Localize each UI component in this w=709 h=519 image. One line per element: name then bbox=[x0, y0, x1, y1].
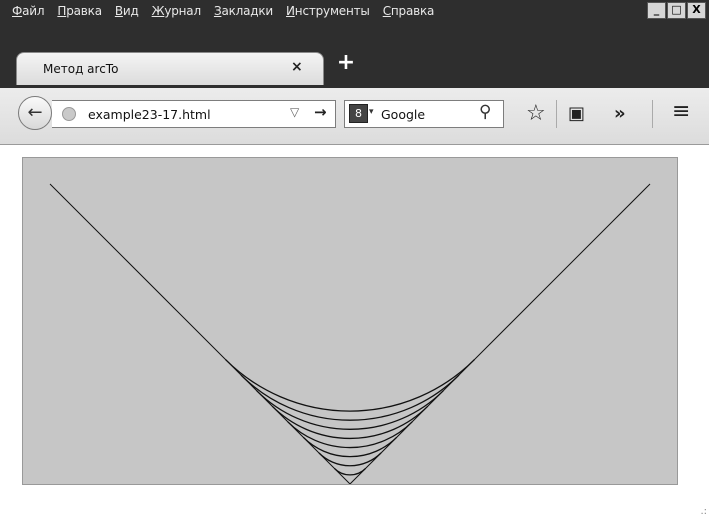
browser-window: Файл Правка Вид Журнал Закладки Инструме… bbox=[0, 0, 709, 519]
menu-edit[interactable]: Правка bbox=[51, 0, 108, 22]
bookmark-star-icon[interactable]: ☆ bbox=[526, 101, 546, 126]
arc-curve-8 bbox=[225, 359, 475, 412]
hamburger-menu-icon[interactable]: ≡ bbox=[672, 99, 690, 124]
url-text[interactable]: example23-17.html bbox=[88, 107, 211, 122]
maximize-button[interactable]: □ bbox=[667, 2, 686, 19]
clipboard-icon[interactable]: ▣ bbox=[568, 103, 585, 124]
menu-items: Файл Правка Вид Журнал Закладки Инструме… bbox=[6, 0, 441, 22]
overflow-chevron-icon[interactable]: » bbox=[614, 103, 626, 124]
menu-view[interactable]: Вид bbox=[109, 0, 146, 22]
tab-active[interactable]: Метод arcTo × bbox=[16, 52, 324, 85]
tab-bar: Метод arcTo × + bbox=[0, 22, 709, 88]
back-button[interactable]: ← bbox=[18, 96, 52, 130]
menu-history[interactable]: Журнал bbox=[146, 0, 208, 22]
resize-grip[interactable]: .: bbox=[700, 506, 707, 517]
url-dropdown-icon[interactable]: ▽ bbox=[290, 105, 299, 119]
menu-tools[interactable]: Инструменты bbox=[280, 0, 377, 22]
navigation-toolbar: ← example23-17.html ▽ → 8 ▾ Google ⚲ ☆ ▣… bbox=[0, 88, 709, 145]
page-content bbox=[0, 145, 709, 519]
arc-curve-1 bbox=[333, 467, 367, 476]
canvas-drawing bbox=[49, 183, 651, 485]
search-placeholder[interactable]: Google bbox=[381, 107, 425, 122]
tab-title: Метод arcTo bbox=[43, 62, 119, 76]
search-engine-caret-icon[interactable]: ▾ bbox=[369, 107, 374, 117]
url-bar[interactable]: example23-17.html ▽ → bbox=[52, 100, 336, 128]
arc-curve-2 bbox=[318, 452, 382, 467]
menu-file[interactable]: Файл bbox=[6, 0, 51, 22]
go-arrow-icon[interactable]: → bbox=[314, 103, 327, 121]
minimize-button[interactable]: _ bbox=[647, 2, 666, 19]
arc-curve-4 bbox=[287, 421, 413, 449]
toolbar-separator bbox=[556, 100, 557, 128]
search-bar[interactable]: 8 ▾ Google ⚲ bbox=[344, 100, 504, 128]
canvas bbox=[22, 157, 678, 485]
magnifier-icon[interactable]: ⚲ bbox=[479, 102, 491, 122]
menu-bookmarks[interactable]: Закладки bbox=[208, 0, 280, 22]
tab-close-icon[interactable]: × bbox=[291, 59, 303, 75]
globe-icon bbox=[62, 107, 76, 121]
search-engine-icon[interactable]: 8 bbox=[349, 104, 368, 123]
arc-curve-6 bbox=[256, 390, 444, 430]
menu-help[interactable]: Справка bbox=[377, 0, 441, 22]
toolbar-separator-2 bbox=[652, 100, 653, 128]
close-window-button[interactable]: X bbox=[687, 2, 706, 19]
new-tab-button[interactable]: + bbox=[336, 52, 356, 74]
arc-curve-7 bbox=[240, 374, 460, 421]
